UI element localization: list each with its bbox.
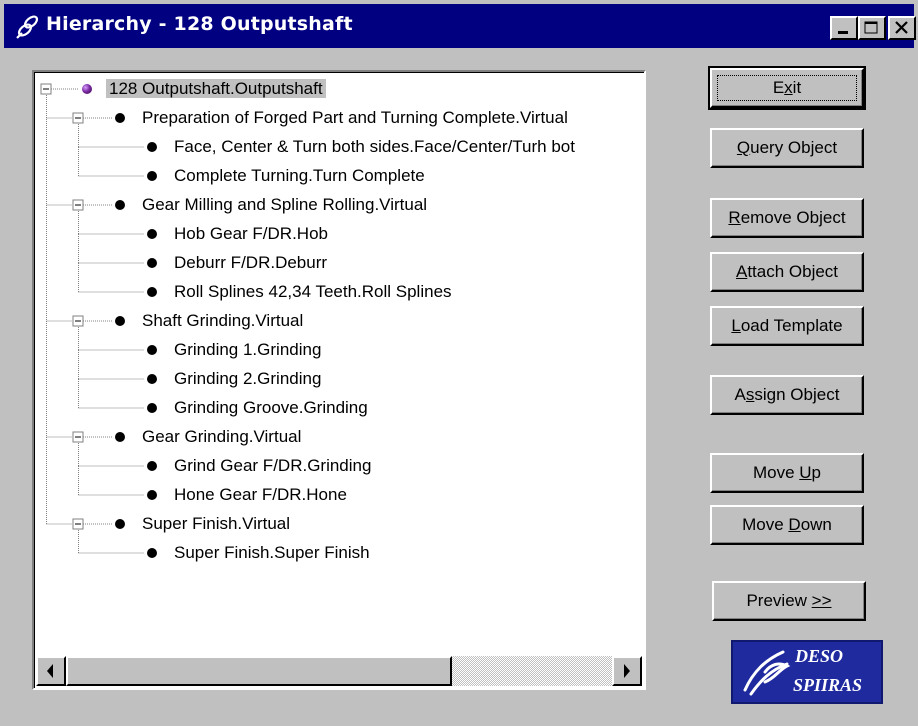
tree-node-label: 128 Outputshaft.Outputshaft <box>106 79 326 98</box>
tree-leaf-node[interactable]: Grinding Groove.Grinding <box>147 395 371 421</box>
hierarchy-tree[interactable]: 128 Outputshaft.Outputshaft Preparation o… <box>32 70 646 690</box>
maximize-button[interactable] <box>858 16 886 40</box>
preview-button[interactable]: Preview >> <box>712 581 866 621</box>
tree-node-label: Super Finish.Super Finish <box>174 543 370 562</box>
query-object-button[interactable]: Query Object <box>710 128 864 168</box>
node-bullet-icon <box>115 112 125 123</box>
scroll-right-arrow-icon <box>624 664 630 678</box>
close-icon <box>895 21 908 34</box>
close-button[interactable] <box>888 16 916 40</box>
link-icon <box>16 15 39 39</box>
tree-group-node[interactable]: Gear Grinding.Virtual <box>115 424 304 450</box>
tree-node-label: Preparation of Forged Part and Turning C… <box>142 108 568 127</box>
horizontal-scrollbar[interactable] <box>36 656 642 686</box>
tree-node-label: Gear Milling and Spline Rolling.Virtual <box>142 195 428 214</box>
node-bullet-icon <box>147 460 157 471</box>
tree-node-label: Deburr F/DR.Deburr <box>174 253 328 272</box>
load-template-button[interactable]: Load Template <box>710 306 864 346</box>
tree-node-label: Grinding Groove.Grinding <box>174 398 368 417</box>
node-bullet-icon <box>115 315 125 326</box>
tree-leaf-node[interactable]: Roll Splines 42,34 Teeth.Roll Splines <box>147 279 455 305</box>
tree-node-label: Gear Grinding.Virtual <box>142 427 302 446</box>
minimize-icon <box>838 31 848 34</box>
focus-rect <box>717 75 857 101</box>
tree-node-label: Grinding 1.Grinding <box>174 340 322 359</box>
move-up-button[interactable]: Move Up <box>710 453 864 493</box>
node-bullet-icon <box>147 257 157 268</box>
move-down-button[interactable]: Move Down <box>710 505 864 545</box>
tree-group-node[interactable]: Super Finish.Virtual <box>115 511 293 537</box>
node-bullet-icon <box>147 547 157 558</box>
node-bullet-icon <box>147 170 157 181</box>
node-bullet-icon <box>115 518 125 529</box>
node-bullet-icon <box>147 141 157 152</box>
tree-node-label: Grind Gear F/DR.Grinding <box>174 456 372 475</box>
tree-node-label: Shaft Grinding.Virtual <box>142 311 304 330</box>
maximize-icon <box>864 21 878 34</box>
node-bullet-icon <box>147 402 157 413</box>
tree-expander-collapse-icon[interactable] <box>72 112 84 124</box>
window-title: Hierarchy - 128 Outputshaft <box>46 13 353 35</box>
tree-node-label: Grinding 2.Grinding <box>174 369 322 388</box>
logo-text-spiiras: SPIIRAS <box>793 675 863 695</box>
scrollbar-track[interactable] <box>452 656 612 686</box>
tree-expander-collapse-icon[interactable] <box>40 83 52 95</box>
tree-group-node[interactable]: Shaft Grinding.Virtual <box>115 308 306 334</box>
tree-node-label: Super Finish.Virtual <box>142 514 291 533</box>
scroll-right-button[interactable] <box>612 656 642 686</box>
node-bullet-icon <box>147 344 157 355</box>
tree-group-node[interactable]: Preparation of Forged Part and Turning C… <box>115 105 571 131</box>
exit-button[interactable]: Exit <box>708 66 866 110</box>
scroll-left-arrow-icon <box>47 664 53 678</box>
tree-leaf-node[interactable]: Hob Gear F/DR.Hob <box>147 221 331 247</box>
node-bullet-icon <box>147 228 157 239</box>
root-node-bullet-icon <box>82 83 92 94</box>
logo-text-deso: DESO <box>795 646 844 666</box>
tree-leaf-node[interactable]: Super Finish.Super Finish <box>147 540 373 566</box>
node-bullet-icon <box>147 373 157 384</box>
tree-leaf-node[interactable]: Hone Gear F/DR.Hone <box>147 482 350 508</box>
scrollbar-thumb[interactable] <box>66 656 452 686</box>
tree-node-label: Complete Turning.Turn Complete <box>174 166 425 185</box>
comet-logo-icon <box>743 650 791 696</box>
node-bullet-icon <box>147 489 157 500</box>
tree-leaf-node[interactable]: Grinding 2.Grinding <box>147 366 324 392</box>
tree-node-label: Face, Center & Turn both sides.Face/Cent… <box>174 137 575 156</box>
tree-expander-collapse-icon[interactable] <box>72 518 84 530</box>
tree-leaf-node[interactable]: Deburr F/DR.Deburr <box>147 250 330 276</box>
tree-expander-collapse-icon[interactable] <box>72 199 84 211</box>
title-bar[interactable]: Hierarchy - 128 Outputshaft <box>4 4 916 48</box>
tree-expander-collapse-icon[interactable] <box>72 431 84 443</box>
tree-leaf-node[interactable]: Grinding 1.Grinding <box>147 337 324 363</box>
attach-object-button[interactable]: Attach Object <box>710 252 864 292</box>
tree-node-label: Hone Gear F/DR.Hone <box>174 485 347 504</box>
remove-object-button[interactable]: Remove Object <box>710 198 864 238</box>
scroll-left-button[interactable] <box>36 656 66 686</box>
tree-leaf-node[interactable]: Complete Turning.Turn Complete <box>147 163 428 189</box>
node-bullet-icon <box>147 286 157 297</box>
minimize-button[interactable] <box>830 16 858 40</box>
tree-leaf-node[interactable]: Face, Center & Turn both sides.Face/Cent… <box>147 134 578 160</box>
node-bullet-icon <box>115 199 125 210</box>
tree-root-node[interactable]: 128 Outputshaft.Outputshaft <box>82 76 326 102</box>
tree-group-node[interactable]: Gear Milling and Spline Rolling.Virtual <box>115 192 430 218</box>
tree-expander-collapse-icon[interactable] <box>72 315 84 327</box>
deso-spiiras-logo: DESO SPIIRAS <box>731 640 883 704</box>
assign-object-button[interactable]: Assign Object <box>710 375 864 415</box>
tree-viewport: 128 Outputshaft.Outputshaft Preparation o… <box>34 72 642 652</box>
tree-node-label: Roll Splines 42,34 Teeth.Roll Splines <box>174 282 452 301</box>
tree-leaf-node[interactable]: Grind Gear F/DR.Grinding <box>147 453 374 479</box>
node-bullet-icon <box>115 431 125 442</box>
tree-node-label: Hob Gear F/DR.Hob <box>174 224 328 243</box>
hierarchy-window: Hierarchy - 128 Outputshaft 128 Outputsh… <box>0 0 918 726</box>
